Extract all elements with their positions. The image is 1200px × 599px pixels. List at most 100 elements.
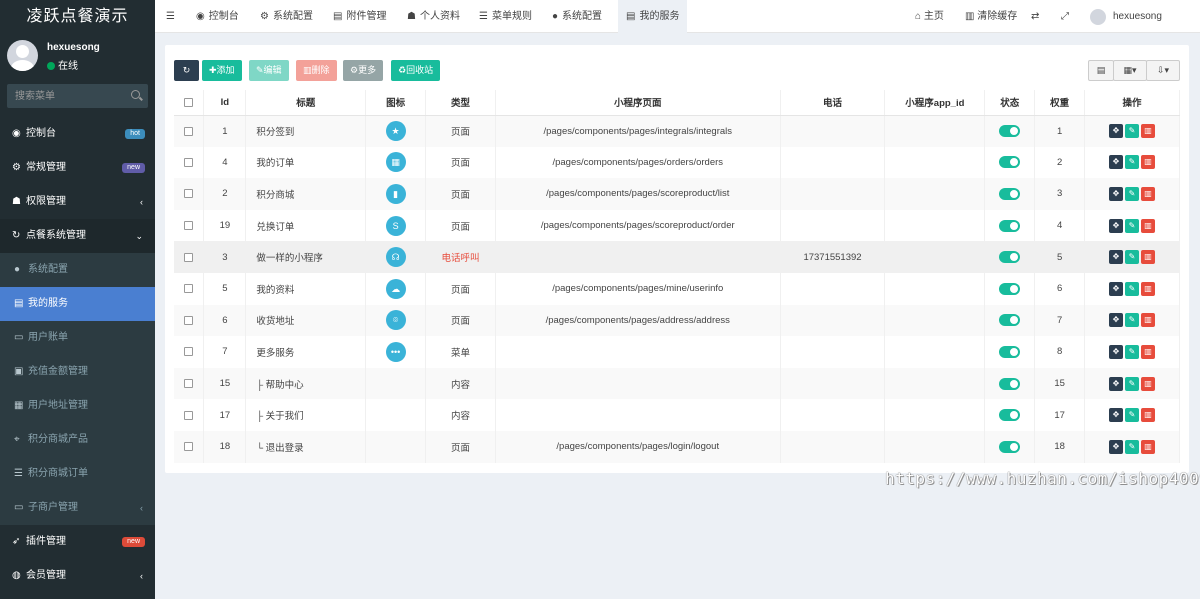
column-header[interactable]: 标题 xyxy=(245,90,367,116)
edit-icon[interactable]: ✎ xyxy=(1125,313,1140,328)
table-row[interactable]: 19 兑换订单 S 页面/pages/components/pages/scorepr… xyxy=(174,209,1180,242)
sidebar-item-sidebar-sub_items-2[interactable]: ▭ 用户账单 xyxy=(0,321,155,355)
edit-icon[interactable]: ✎ xyxy=(1125,124,1140,139)
delete-icon[interactable]: ▥ xyxy=(1141,344,1156,359)
table-row[interactable]: 3 做一样的小程序 ☊ 电话呼叫 17371551392 5 ✥ ✎ ▥ xyxy=(174,241,1180,273)
edit-icon[interactable]: ✎ xyxy=(1125,281,1140,296)
row-checkbox[interactable] xyxy=(184,442,194,452)
status-toggle[interactable] xyxy=(999,187,1021,200)
row-checkbox[interactable] xyxy=(184,379,194,389)
status-toggle[interactable] xyxy=(999,156,1021,169)
drag-icon[interactable]: ✥ xyxy=(1109,186,1124,201)
edit-icon[interactable]: ✎ xyxy=(1125,376,1140,391)
sidebar-item-sidebar-sub_items-6[interactable]: ☰ 积分商城订单 xyxy=(0,457,155,491)
nav-avatar[interactable] xyxy=(1090,9,1106,25)
drag-icon[interactable]: ✥ xyxy=(1109,124,1124,139)
row-checkbox[interactable] xyxy=(184,189,194,199)
status-toggle[interactable] xyxy=(999,219,1021,232)
column-header[interactable]: 电话 xyxy=(780,90,886,116)
delete-icon[interactable]: ▥ xyxy=(1141,408,1156,423)
row-checkbox[interactable] xyxy=(184,221,194,231)
status-toggle[interactable] xyxy=(999,314,1021,327)
drag-icon[interactable]: ✥ xyxy=(1109,439,1124,454)
table-row[interactable]: 2 积分商城 ▮ 页面/pages/components/pages/scorepro… xyxy=(174,178,1180,210)
table-row[interactable]: 5 我的资料 ☁ 页面/pages/components/pages/mine/use… xyxy=(174,272,1180,305)
tab-file[interactable]: ▤ 附件管理 xyxy=(325,0,394,33)
table-row[interactable]: 6 收货地址 ⌾ 页面/pages/components/pages/address/… xyxy=(174,304,1180,337)
row-checkbox[interactable] xyxy=(184,410,194,420)
tab-dashboard[interactable]: ◉ 控制台 xyxy=(188,0,247,33)
tab-circle[interactable]: ● 系统配置 xyxy=(544,0,610,33)
row-checkbox[interactable] xyxy=(184,126,194,136)
tab-bars[interactable]: ☰ 菜单规则 xyxy=(471,0,540,33)
row-checkbox[interactable] xyxy=(184,315,194,325)
tab-user[interactable]: ☗ 个人资料 xyxy=(399,0,468,33)
app-logo[interactable]: 凌跃点餐演示 xyxy=(0,0,155,33)
row-checkbox[interactable] xyxy=(184,347,194,357)
column-header[interactable]: 类型 xyxy=(425,90,496,116)
row-checkbox[interactable] xyxy=(184,284,194,294)
drag-icon[interactable]: ✥ xyxy=(1109,313,1124,328)
column-header[interactable]: 小程序页面 xyxy=(495,90,781,116)
column-header[interactable]: 图标 xyxy=(365,90,427,116)
table-row[interactable]: 17 ├ 关于我们 内容 17 ✥ ✎ ▥ xyxy=(174,399,1180,431)
recycle-bin-button[interactable]: ♻回收站 xyxy=(391,60,441,81)
status-toggle[interactable] xyxy=(999,377,1021,390)
search-input[interactable] xyxy=(7,84,127,108)
delete-icon[interactable]: ▥ xyxy=(1141,186,1156,201)
row-checkbox[interactable] xyxy=(184,157,194,167)
toggle-view-button[interactable]: ▤ xyxy=(1088,60,1114,81)
sidebar-item-sidebar-bottom_items-0[interactable]: ➶ 插件管理 new xyxy=(0,525,155,559)
column-header[interactable]: 小程序app_id xyxy=(884,90,986,116)
status-toggle[interactable] xyxy=(999,282,1021,295)
edit-icon[interactable]: ✎ xyxy=(1125,250,1140,265)
sidebar-item-sidebar-bottom_items-1[interactable]: ◍ 会员管理 ‹ xyxy=(0,559,155,593)
tab-cog[interactable]: ⚙ 系统配置 xyxy=(252,0,321,33)
sidebar-item-sidebar-sub_items-1[interactable]: ▤ 我的服务 xyxy=(0,287,155,321)
sidebar-item-sidebar-sub_items-0[interactable]: ● 系统配置 xyxy=(0,253,155,287)
edit-icon[interactable]: ✎ xyxy=(1125,408,1140,423)
drag-icon[interactable]: ✥ xyxy=(1109,281,1124,296)
sidebar-item-sidebar-items-1[interactable]: ⚙ 常规管理 new xyxy=(0,151,155,185)
delete-icon[interactable]: ▥ xyxy=(1141,281,1156,296)
delete-icon[interactable]: ▥ xyxy=(1141,313,1156,328)
status-toggle[interactable] xyxy=(999,125,1021,138)
drag-icon[interactable]: ✥ xyxy=(1109,344,1124,359)
sidebar-item-sidebar-sub_items-4[interactable]: ▦ 用户地址管理 xyxy=(0,389,155,423)
delete-button[interactable]: ▥删除 xyxy=(296,60,337,81)
sidebar-item-sidebar-sub_items-5[interactable]: ⌖ 积分商城产品 xyxy=(0,423,155,457)
column-header[interactable]: 操作 xyxy=(1084,90,1180,116)
delete-icon[interactable]: ▥ xyxy=(1141,155,1156,170)
delete-icon[interactable]: ▥ xyxy=(1141,376,1156,391)
clear-cache-button[interactable]: ▥ 清除缓存 xyxy=(965,0,1017,33)
search-icon[interactable] xyxy=(131,90,140,99)
table-row[interactable]: 15 ├ 帮助中心 内容 15 ✥ ✎ ▥ xyxy=(174,367,1180,400)
edit-icon[interactable]: ✎ xyxy=(1125,186,1140,201)
column-header[interactable]: Id xyxy=(203,90,247,116)
edit-icon[interactable]: ✎ xyxy=(1125,344,1140,359)
delete-icon[interactable]: ▥ xyxy=(1141,250,1156,265)
table-row[interactable]: 1 积分签到 ★ 页面/pages/components/pages/integral… xyxy=(174,115,1180,147)
drag-icon[interactable]: ✥ xyxy=(1109,155,1124,170)
table-row[interactable]: 4 我的订单 ▦ 页面/pages/components/pages/orders/o… xyxy=(174,146,1180,179)
sidebar-item-sidebar-sub_items-3[interactable]: ▣ 充值金额管理 xyxy=(0,355,155,389)
more-button[interactable]: ⚙更多 xyxy=(343,60,384,81)
table-row[interactable]: 7 更多服务 ••• 菜单 8 ✥ ✎ ▥ xyxy=(174,336,1180,368)
refresh-button[interactable]: ↻ xyxy=(174,60,199,81)
sidebar-item-sidebar-items-3[interactable]: ↻ 点餐系统管理 ⌄ xyxy=(0,219,155,253)
add-button[interactable]: ✚添加 xyxy=(202,60,242,81)
edit-button[interactable]: ✎编辑 xyxy=(249,60,289,81)
status-toggle[interactable] xyxy=(999,345,1021,358)
column-header[interactable]: 状态 xyxy=(984,90,1036,116)
status-toggle[interactable] xyxy=(999,440,1021,453)
drag-icon[interactable]: ✥ xyxy=(1109,408,1124,423)
row-checkbox[interactable] xyxy=(184,252,194,262)
edit-icon[interactable]: ✎ xyxy=(1125,439,1140,454)
status-toggle[interactable] xyxy=(999,409,1021,422)
table-row[interactable]: 18 └ 退出登录 页面/pages/components/pages/login/… xyxy=(174,430,1180,463)
columns-dropdown[interactable]: ▦▾ xyxy=(1113,60,1147,81)
delete-icon[interactable]: ▥ xyxy=(1141,439,1156,454)
drag-icon[interactable]: ✥ xyxy=(1109,376,1124,391)
delete-icon[interactable]: ▥ xyxy=(1141,218,1156,233)
edit-icon[interactable]: ✎ xyxy=(1125,218,1140,233)
